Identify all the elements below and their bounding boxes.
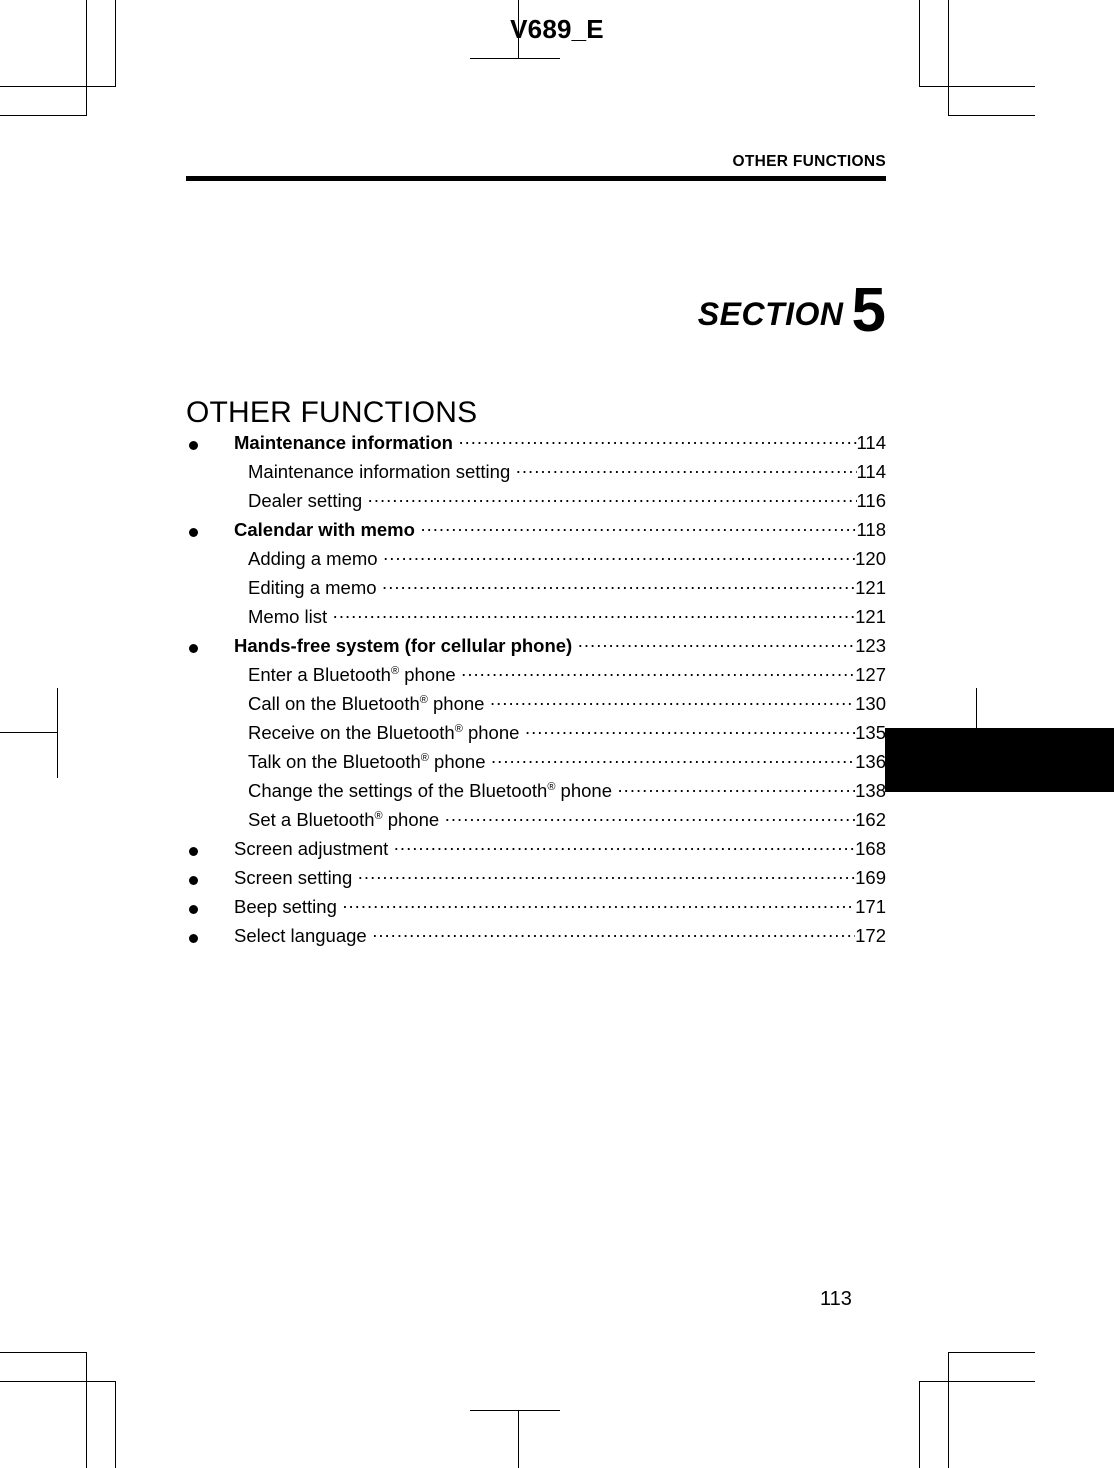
page-canvas: V689_E OTHER FUNCTIONS SECTION 5 OTHER FU… — [0, 0, 1114, 1468]
toc-entry[interactable]: Screen setting ··························… — [186, 866, 886, 896]
bullet-dot-icon — [189, 441, 198, 450]
dot-leader: ········································… — [490, 750, 856, 771]
bullet-dot-icon — [189, 905, 198, 914]
section-word: SECTION — [697, 296, 844, 332]
toc-entry-page: 169 — [855, 867, 886, 888]
toc-entry-label: Beep setting — [234, 896, 337, 917]
toc-entry-page: 123 — [855, 635, 886, 656]
toc-entry-label: Screen setting — [234, 867, 353, 888]
toc-entry-page: 120 — [855, 548, 886, 569]
toc-entry-label: Hands-free system (for cellular phone) — [234, 635, 573, 656]
toc-entry-label: Maintenance information setting — [248, 461, 511, 482]
toc-entry-label: Change the settings of the Bluetooth® ph… — [248, 780, 613, 801]
toc-entry[interactable]: Enter a Bluetooth® phone ················… — [186, 663, 886, 693]
dot-leader: ········································… — [489, 692, 856, 713]
dot-leader: ········································… — [457, 431, 857, 452]
toc-entry-page: 136 — [855, 751, 886, 772]
toc-entry[interactable]: Select language ·························… — [186, 924, 886, 954]
dot-leader: ········································… — [460, 663, 856, 684]
toc-entry-label: Adding a memo — [248, 548, 378, 569]
toc-entry[interactable]: Calendar with memo ······················… — [186, 518, 887, 548]
registered-trademark-mark: ® — [454, 722, 463, 735]
section-number: 5 — [851, 276, 886, 345]
toc-entry-label: Call on the Bluetooth® phone — [248, 693, 485, 714]
registered-trademark-mark: ® — [420, 751, 429, 764]
toc-entry-label: Talk on the Bluetooth® phone — [248, 751, 486, 772]
toc-entry-page: 138 — [855, 780, 886, 801]
dot-leader: ········································… — [381, 576, 856, 597]
dot-leader: ········································… — [617, 779, 855, 800]
dot-leader: ········································… — [444, 808, 856, 829]
registered-trademark-mark: ® — [419, 693, 428, 706]
toc-entry-label: Maintenance information — [234, 432, 453, 453]
bullet-dot-icon — [189, 934, 198, 943]
toc-entry-label: Receive on the Bluetooth® phone — [248, 722, 520, 743]
dot-leader: ········································… — [341, 895, 855, 916]
toc-entry[interactable]: Maintenance information setting ·········… — [186, 460, 887, 490]
toc-entry-page: 168 — [855, 838, 886, 859]
toc-entry-label: Calendar with memo — [234, 519, 415, 540]
dot-leader: ········································… — [515, 460, 856, 481]
toc-entry[interactable]: Dealer setting ··························… — [186, 489, 887, 519]
toc-entry-label: Editing a memo — [248, 577, 377, 598]
toc-entry[interactable]: Memo list ·······························… — [186, 605, 886, 635]
toc-entry[interactable]: Beep setting ····························… — [186, 895, 886, 925]
toc-entry[interactable]: Talk on the Bluetooth® phone ············… — [186, 750, 886, 780]
toc-entry[interactable]: Hands-free system (for cellular phone) ··… — [186, 634, 886, 664]
toc-entry-page: 121 — [855, 606, 886, 627]
page-title: OTHER FUNCTIONS — [186, 396, 478, 430]
header-rule — [186, 176, 886, 181]
dot-leader: ········································… — [393, 837, 856, 858]
toc-entry[interactable]: Screen adjustment ·······················… — [186, 837, 886, 867]
registered-trademark-mark: ® — [547, 780, 556, 793]
dot-leader: ········································… — [419, 518, 857, 539]
toc-entry-label: Set a Bluetooth® phone — [248, 809, 440, 830]
toc-entry[interactable]: Receive on the Bluetooth® phone ·········… — [186, 721, 886, 751]
bullet-dot-icon — [189, 644, 198, 653]
toc-entry[interactable]: Set a Bluetooth® phone ··················… — [186, 808, 886, 838]
dot-leader: ········································… — [577, 634, 855, 655]
bullet-dot-icon — [189, 528, 198, 537]
book-code: V689_E — [510, 14, 604, 44]
toc-entry-label: Dealer setting — [248, 490, 363, 511]
dot-leader: ········································… — [357, 866, 856, 887]
registered-trademark-mark: ® — [390, 664, 400, 677]
dot-leader: ········································… — [371, 924, 855, 945]
toc-entry-page: 127 — [855, 664, 886, 685]
toc-entry-page: 118 — [856, 519, 887, 540]
dot-leader: ········································… — [332, 605, 856, 626]
toc-entry-page: 130 — [855, 693, 886, 714]
dot-leader: ········································… — [367, 489, 856, 510]
dot-leader: ········································… — [382, 547, 856, 568]
toc-entry-page: 172 — [855, 925, 886, 946]
toc-entry-page: 114 — [856, 461, 887, 482]
bullet-dot-icon — [189, 847, 198, 856]
table-of-contents: Maintenance information ·················… — [186, 431, 887, 954]
toc-entry[interactable]: Adding a memo ···························… — [186, 547, 886, 577]
toc-entry[interactable]: Editing a memo ··························… — [186, 576, 886, 606]
toc-entry-page: 135 — [855, 722, 886, 743]
toc-entry-page: 121 — [855, 577, 886, 598]
registered-trademark-mark: ® — [374, 809, 383, 822]
bullet-dot-icon — [189, 876, 198, 885]
toc-entry-label: Memo list — [248, 606, 328, 627]
page-number: 113 — [820, 1288, 852, 1310]
running-head: OTHER FUNCTIONS — [732, 153, 886, 170]
toc-entry-page: 171 — [855, 896, 886, 917]
dot-leader: ········································… — [524, 721, 855, 742]
toc-entry-page: 116 — [856, 490, 887, 511]
toc-entry[interactable]: Change the settings of the Bluetooth® ph… — [186, 779, 886, 809]
toc-entry-page: 114 — [856, 432, 887, 453]
section-marker: SECTION 5 — [697, 280, 886, 342]
toc-entry-label: Enter a Bluetooth® phone — [248, 664, 456, 685]
toc-entry-label: Select language — [234, 925, 367, 946]
thumb-index-tab — [885, 728, 1114, 792]
toc-entry-page: 162 — [855, 809, 886, 830]
toc-entry-label: Screen adjustment — [234, 838, 389, 859]
toc-entry[interactable]: Call on the Bluetooth® phone ············… — [186, 692, 886, 722]
toc-entry[interactable]: Maintenance information ·················… — [186, 431, 887, 461]
